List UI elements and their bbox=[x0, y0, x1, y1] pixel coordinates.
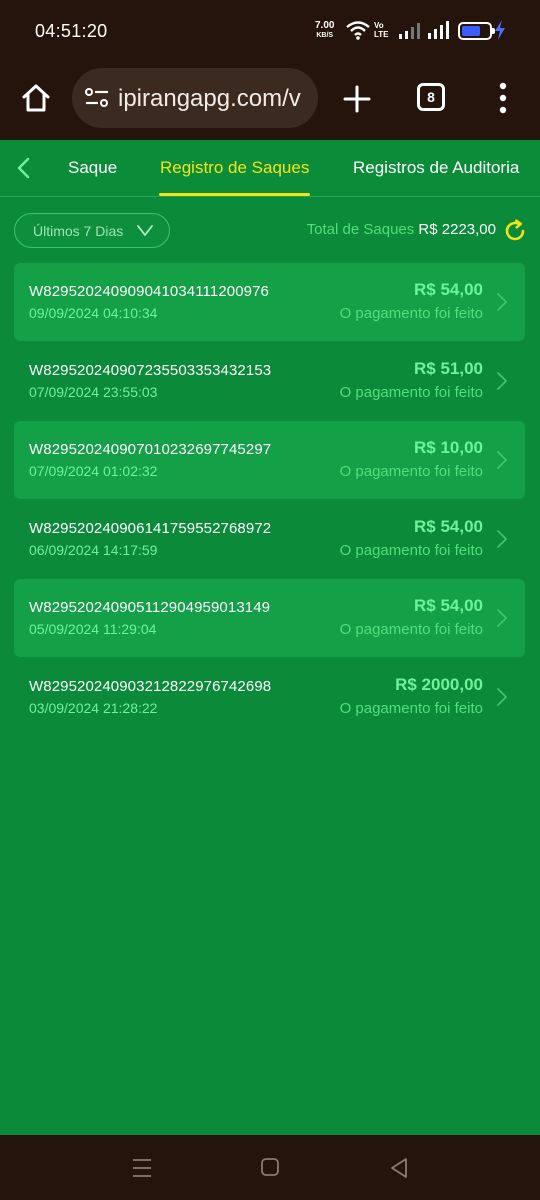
withdrawal-id: W829520240907235503353432153 bbox=[29, 362, 272, 379]
battery-icon bbox=[458, 22, 495, 40]
withdrawal-status: O pagamento foi feito bbox=[339, 384, 483, 401]
active-tab-indicator bbox=[159, 193, 310, 196]
more-vert-icon[interactable] bbox=[492, 79, 514, 117]
recents-icon[interactable] bbox=[131, 1157, 153, 1184]
total-amount: R$ 2223,00 bbox=[418, 221, 496, 238]
tab-registro-de-saques[interactable]: Registro de Saques bbox=[160, 158, 309, 178]
refresh-icon[interactable] bbox=[503, 219, 527, 248]
chevron-right-icon bbox=[496, 371, 508, 396]
signal-icon bbox=[427, 21, 453, 45]
url-text[interactable]: ipirangapg.com/v bbox=[118, 85, 308, 113]
withdrawal-id: W829520240906141759552768972 bbox=[29, 520, 272, 537]
withdrawal-date: 05/09/2024 11:29:04 bbox=[29, 621, 157, 637]
tab-saque[interactable]: Saque bbox=[68, 158, 117, 178]
site-settings-icon[interactable] bbox=[84, 87, 110, 114]
network-speed: 7.00 KB/S bbox=[315, 21, 334, 41]
withdrawal-row[interactable]: W829520240909041034111200976 09/09/2024 … bbox=[14, 263, 525, 341]
wifi-icon bbox=[346, 20, 370, 45]
withdrawal-row[interactable]: W829520240905112904959013149 05/09/2024 … bbox=[14, 579, 525, 657]
withdrawal-amount: R$ 10,00 bbox=[414, 438, 483, 457]
withdrawal-status: O pagamento foi feito bbox=[339, 463, 483, 480]
top-nav: Saque Registro de Saques Registros de Au… bbox=[0, 140, 540, 197]
chevron-left-icon[interactable] bbox=[14, 157, 34, 179]
volte-top: Vo bbox=[374, 21, 384, 30]
withdrawal-date: 03/09/2024 21:28:22 bbox=[29, 700, 158, 716]
status-time: 04:51:20 bbox=[35, 21, 108, 41]
withdrawal-amount: R$ 54,00 bbox=[414, 596, 483, 615]
withdrawal-row[interactable]: W829520240907010232697745297 07/09/2024 … bbox=[14, 421, 525, 499]
withdrawal-status: O pagamento foi feito bbox=[339, 700, 483, 717]
home-icon[interactable] bbox=[18, 80, 54, 116]
tab-registros-de-auditoria[interactable]: Registros de Auditoria bbox=[353, 158, 519, 178]
withdrawal-row[interactable]: W829520240907235503353432153 07/09/2024 … bbox=[14, 342, 525, 420]
withdrawal-id: W829520240907010232697745297 bbox=[29, 441, 272, 458]
network-speed-unit: KB/S bbox=[316, 32, 334, 39]
tab-switcher-icon[interactable]: 8 bbox=[417, 83, 445, 111]
chevron-down-icon bbox=[137, 224, 153, 243]
withdrawal-amount: R$ 54,00 bbox=[414, 280, 483, 299]
withdrawal-status: O pagamento foi feito bbox=[339, 542, 483, 559]
status-bar: 04:51:20 7.00 KB/S Vo LTE bbox=[0, 0, 540, 62]
home-icon[interactable] bbox=[260, 1157, 280, 1182]
withdrawal-row[interactable]: W829520240903212822976742698 03/09/2024 … bbox=[14, 658, 525, 736]
chevron-right-icon bbox=[496, 450, 508, 475]
withdrawal-status: O pagamento foi feito bbox=[339, 305, 483, 322]
browser-toolbar: ipirangapg.com/v 8 bbox=[0, 62, 540, 140]
chevron-right-icon bbox=[496, 687, 508, 712]
withdrawal-date: 09/09/2024 04:10:34 bbox=[29, 305, 158, 321]
withdrawals-total: Total de Saques R$ 2223,00 bbox=[307, 221, 496, 238]
back-icon[interactable] bbox=[389, 1157, 409, 1184]
network-speed-value: 7.00 bbox=[315, 20, 335, 31]
chevron-right-icon bbox=[496, 292, 508, 317]
withdrawal-date: 07/09/2024 23:55:03 bbox=[29, 384, 158, 400]
withdrawal-row[interactable]: W829520240906141759552768972 06/09/2024 … bbox=[14, 500, 525, 578]
plus-icon[interactable] bbox=[340, 82, 374, 116]
withdrawal-date: 06/09/2024 14:17:59 bbox=[29, 542, 158, 558]
signal-icon bbox=[398, 22, 422, 45]
withdrawal-id: W829520240905112904959013149 bbox=[29, 599, 271, 616]
date-filter-dropdown[interactable]: Últimos 7 Dias bbox=[14, 213, 170, 248]
volte-icon: Vo LTE bbox=[374, 21, 389, 39]
date-filter-label: Últimos 7 Dias bbox=[33, 223, 124, 239]
withdrawal-amount: R$ 51,00 bbox=[414, 359, 483, 378]
chevron-right-icon bbox=[496, 529, 508, 554]
withdrawal-amount: R$ 54,00 bbox=[414, 517, 483, 536]
withdrawal-amount: R$ 2000,00 bbox=[395, 675, 483, 694]
total-label: Total de Saques bbox=[306, 221, 415, 238]
withdrawal-status: O pagamento foi feito bbox=[339, 621, 483, 638]
withdrawal-id: W829520240909041034111200976 bbox=[29, 283, 269, 300]
system-nav-bar bbox=[0, 1135, 540, 1200]
address-bar[interactable]: ipirangapg.com/v bbox=[72, 68, 318, 128]
withdrawal-date: 07/09/2024 01:02:32 bbox=[29, 463, 158, 479]
chevron-right-icon bbox=[496, 608, 508, 633]
charging-icon bbox=[494, 20, 506, 45]
volte-bottom: LTE bbox=[374, 30, 389, 39]
withdrawal-id: W829520240903212822976742698 bbox=[29, 678, 272, 695]
